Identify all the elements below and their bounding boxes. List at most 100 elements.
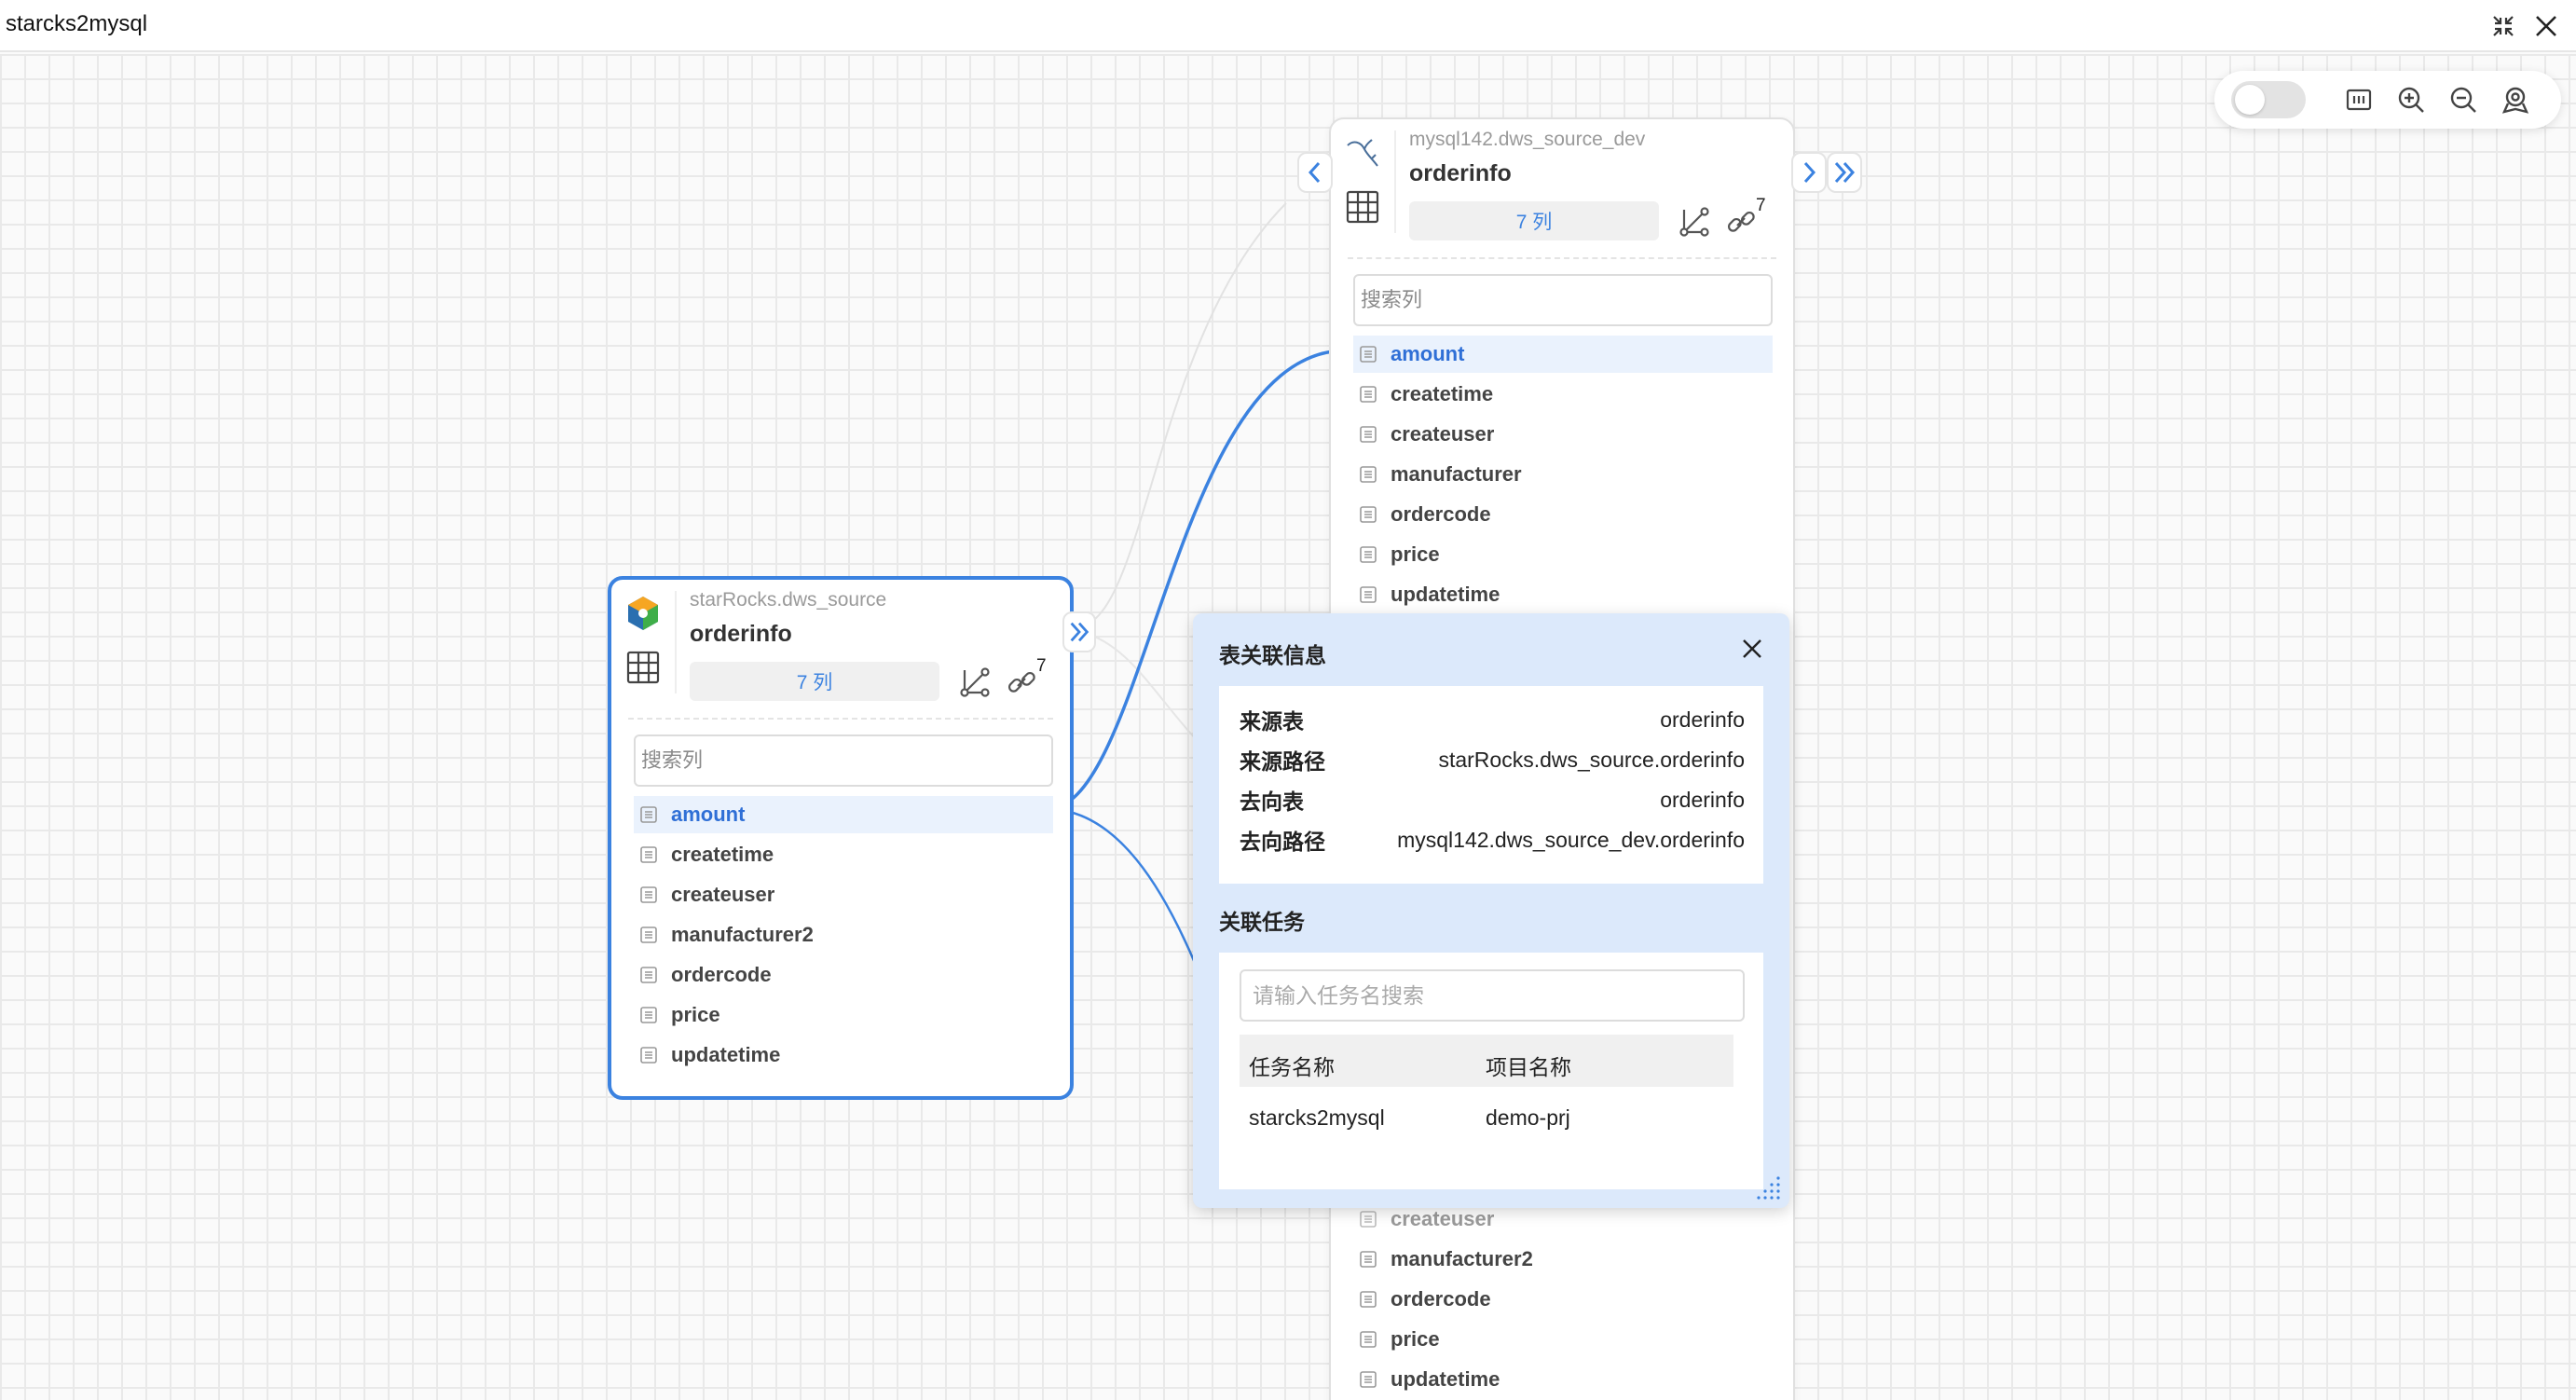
column-icon xyxy=(1359,585,1377,604)
source-table-node[interactable]: starRocks.dws_source orderinfo 7 列 7 amo… xyxy=(608,576,1074,1100)
info-value: starRocks.dws_source.orderinfo xyxy=(1438,747,1745,772)
link-icon[interactable] xyxy=(1722,203,1760,240)
resize-handle-icon[interactable] xyxy=(1754,1174,1782,1202)
table-name: orderinfo xyxy=(1409,160,1512,186)
link-icon[interactable] xyxy=(1003,664,1040,701)
info-key: 来源路径 xyxy=(1240,749,1325,774)
window-title: starcks2mysql xyxy=(6,11,148,36)
chevron-right-icon xyxy=(1803,161,1816,184)
column-item[interactable]: manufacturer2 xyxy=(634,916,1053,954)
column-name: updatetime xyxy=(1391,583,1500,606)
column-item[interactable]: price xyxy=(634,996,1053,1034)
column-item[interactable]: createtime xyxy=(634,836,1053,873)
column-item[interactable]: createuser xyxy=(1353,416,1773,453)
column-icon xyxy=(1359,1250,1377,1269)
header-task-name: 任务名称 xyxy=(1249,1055,1335,1079)
table-path: mysql142.dws_source_dev xyxy=(1409,129,1646,150)
close-icon[interactable] xyxy=(2528,7,2565,45)
column-name: createtime xyxy=(671,843,774,866)
column-icon xyxy=(1359,1290,1377,1309)
task-search-input[interactable] xyxy=(1240,969,1745,1022)
toggle-switch[interactable] xyxy=(2231,81,2306,118)
zoom-in-icon[interactable] xyxy=(2391,80,2431,119)
column-search-input[interactable] xyxy=(1353,274,1773,326)
column-item[interactable]: updatetime xyxy=(1353,576,1773,613)
column-item[interactable]: createtime xyxy=(1353,376,1773,413)
column-item[interactable]: amount xyxy=(634,796,1053,833)
table-name: orderinfo xyxy=(690,621,792,647)
column-item[interactable]: createuser xyxy=(634,876,1053,913)
column-item[interactable]: ordercode xyxy=(1353,1281,1773,1318)
info-key: 来源表 xyxy=(1240,709,1304,734)
lineage-canvas[interactable]: mysql142.dws_source_dev orderinfo 7 列 7 … xyxy=(0,54,2576,1400)
column-icon xyxy=(639,845,658,864)
column-icon xyxy=(1359,505,1377,524)
column-item[interactable]: ordercode xyxy=(1353,496,1773,533)
column-item[interactable]: updatetime xyxy=(634,1036,1053,1074)
relation-info-panel: 来源表 orderinfo 来源路径 starRocks.dws_source.… xyxy=(1219,686,1763,884)
info-row: 来源路径 starRocks.dws_source.orderinfo xyxy=(1219,741,1763,778)
info-row: 来源表 orderinfo xyxy=(1219,701,1763,738)
table-row[interactable]: starcks2mysql demo-prj xyxy=(1240,1091,1733,1143)
column-name: manufacturer2 xyxy=(671,923,814,946)
column-icon xyxy=(1359,545,1377,564)
column-icon xyxy=(1359,1330,1377,1349)
column-name: createuser xyxy=(1391,1207,1495,1230)
column-count-badge[interactable]: 7 列 xyxy=(690,662,939,701)
related-tasks-panel: 任务名称 项目名称 starcks2mysql demo-prj xyxy=(1219,953,1763,1189)
column-name: amount xyxy=(671,803,746,826)
column-list: amount createtime createuser manufacture… xyxy=(1353,336,1773,616)
zoom-out-icon[interactable] xyxy=(2444,80,2483,119)
column-icon xyxy=(1359,425,1377,444)
column-item[interactable]: ordercode xyxy=(634,956,1053,994)
title-bar: starcks2mysql xyxy=(0,0,2576,52)
header-dashed-divider xyxy=(1348,257,1776,259)
column-item[interactable]: amount xyxy=(1353,336,1773,373)
popup-title: 表关联信息 xyxy=(1219,643,1326,667)
expand-upstream-button[interactable] xyxy=(1297,152,1333,193)
link-count: 7 xyxy=(1756,196,1766,215)
minimap-icon[interactable] xyxy=(2339,80,2378,119)
table-grid-icon xyxy=(1342,186,1383,227)
table-path: starRocks.dws_source xyxy=(690,589,887,611)
column-icon xyxy=(639,926,658,944)
column-name: updatetime xyxy=(671,1043,781,1066)
locate-icon[interactable] xyxy=(2496,80,2535,119)
expand-downstream-button[interactable] xyxy=(1791,152,1827,193)
expand-all-downstream-button[interactable] xyxy=(1827,152,1862,193)
column-name: createuser xyxy=(671,883,775,906)
info-value: orderinfo xyxy=(1660,787,1745,812)
column-item[interactable]: updatetime xyxy=(1353,1361,1773,1398)
header-divider xyxy=(675,591,677,693)
header-divider xyxy=(1394,130,1396,233)
info-value: orderinfo xyxy=(1660,707,1745,732)
lineage-icon[interactable] xyxy=(1676,203,1713,240)
mysql-logo-icon xyxy=(1342,132,1383,173)
column-item[interactable]: price xyxy=(1353,1321,1773,1358)
column-item[interactable]: price xyxy=(1353,536,1773,573)
lower-column-list: createuser manufacturer2 ordercode price… xyxy=(1353,1201,1773,1400)
column-name: createtime xyxy=(1391,382,1494,405)
column-icon xyxy=(1359,1370,1377,1389)
column-item[interactable]: manufacturer2 xyxy=(1353,1241,1773,1278)
column-item[interactable]: manufacturer xyxy=(1353,456,1773,493)
tasks-section-title: 关联任务 xyxy=(1219,910,1305,934)
column-name: ordercode xyxy=(1391,502,1491,526)
column-name: price xyxy=(1391,542,1440,566)
column-icon xyxy=(1359,465,1377,484)
info-value: mysql142.dws_source_dev.orderinfo xyxy=(1397,827,1745,852)
column-search-input[interactable] xyxy=(634,734,1053,787)
column-icon xyxy=(639,805,658,824)
column-name: createuser xyxy=(1391,422,1495,446)
close-icon[interactable] xyxy=(1735,632,1769,666)
task-name[interactable]: starcks2mysql xyxy=(1249,1105,1385,1131)
column-count-badge[interactable]: 7 列 xyxy=(1409,201,1659,240)
info-row: 去向表 orderinfo xyxy=(1219,781,1763,818)
double-chevron-right-icon xyxy=(1070,622,1089,642)
column-list: amount createtime createuser manufacture… xyxy=(634,796,1053,1077)
table-grid-icon xyxy=(623,647,664,688)
lineage-icon[interactable] xyxy=(956,664,993,701)
expand-all-downstream-button[interactable] xyxy=(1062,611,1096,652)
collapse-icon[interactable] xyxy=(2485,7,2522,45)
canvas-toolbar xyxy=(2214,71,2561,129)
